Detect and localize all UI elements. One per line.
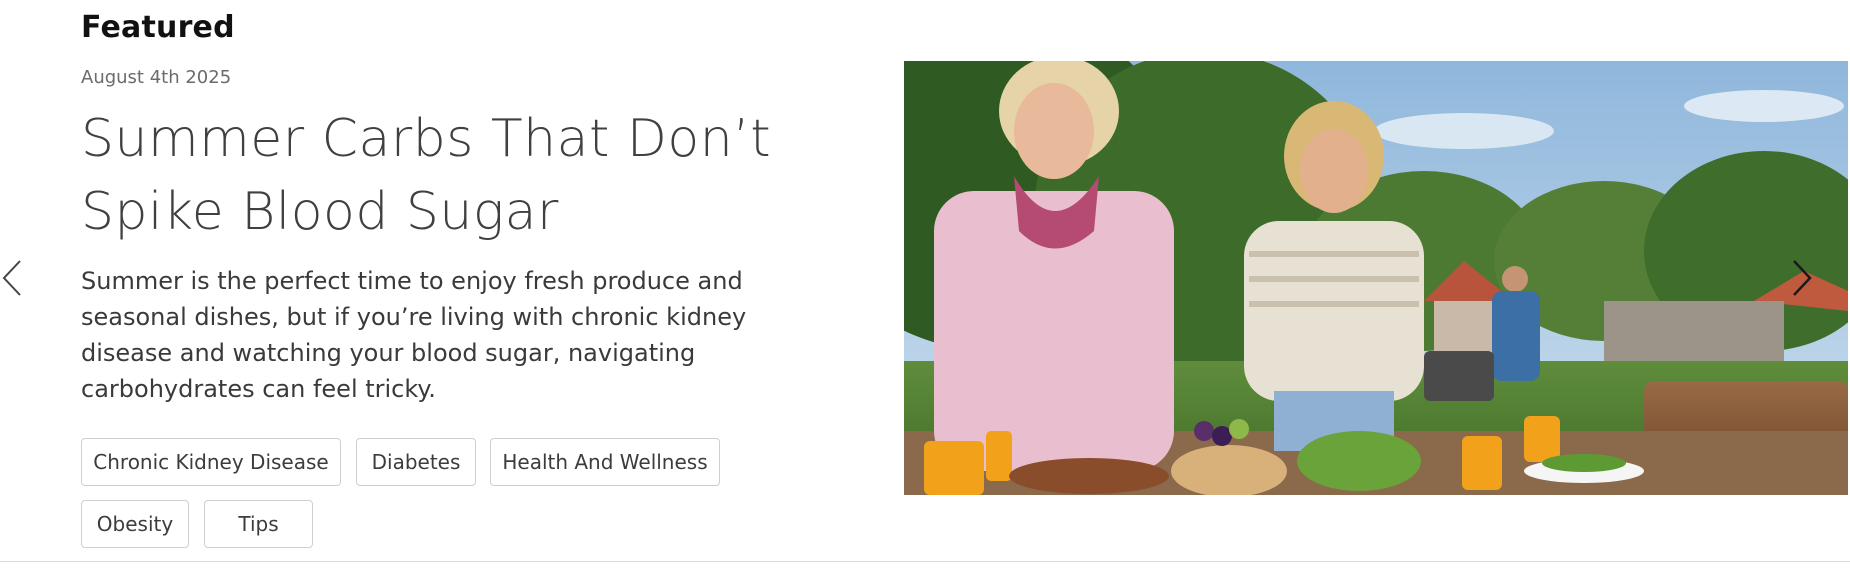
tag-chronic-kidney-disease[interactable]: Chronic Kidney Disease xyxy=(81,438,341,486)
tag-tips[interactable]: Tips xyxy=(204,500,313,548)
section-title: Featured xyxy=(81,10,235,45)
article-date: August 4th 2025 xyxy=(81,67,232,88)
featured-section: Featured August 4th 2025 Summer Carbs Th… xyxy=(0,0,1850,569)
article-summary: Summer is the perfect time to enjoy fres… xyxy=(81,267,747,403)
carousel-next-button[interactable] xyxy=(1782,248,1822,308)
chevron-right-icon xyxy=(1793,260,1812,296)
article-title[interactable]: Summer Carbs That Don’t Spike Blood Suga… xyxy=(81,103,801,249)
tag-diabetes[interactable]: Diabetes xyxy=(356,438,476,486)
tag-health-and-wellness[interactable]: Health And Wellness xyxy=(490,438,720,486)
chevron-left-icon xyxy=(2,260,21,296)
featured-image[interactable] xyxy=(904,61,1848,495)
carousel-prev-button[interactable] xyxy=(0,248,32,308)
tag-obesity[interactable]: Obesity xyxy=(81,500,189,548)
section-divider xyxy=(0,561,1850,562)
